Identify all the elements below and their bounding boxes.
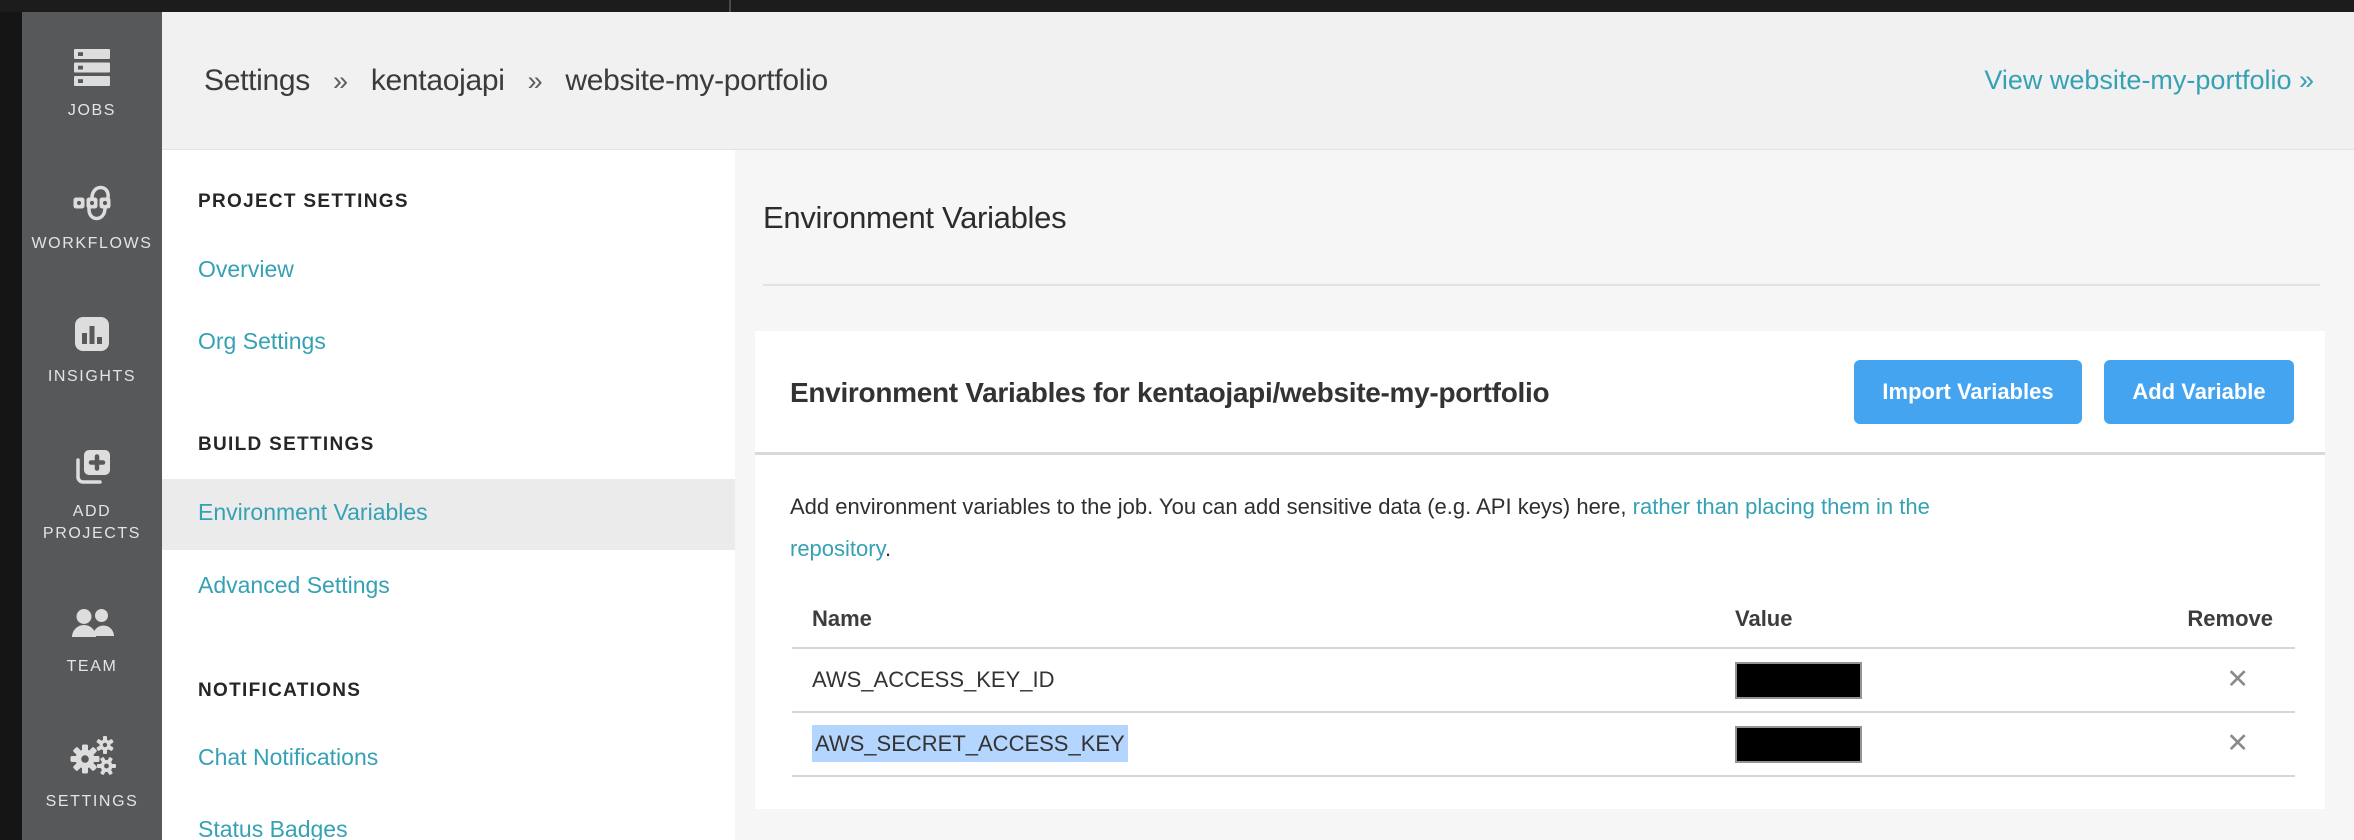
sidebar-item-insights[interactable]: ADD PROJECTS INSIGHTS <box>32 312 152 388</box>
nav-item-advanced-settings[interactable]: Advanced Settings <box>198 572 390 599</box>
sidebar-item-jobs[interactable]: JOBS <box>32 46 152 122</box>
team-icon <box>68 602 116 646</box>
sidebar-item-label: TEAM <box>66 658 118 676</box>
sidebar-item-label: JOBS <box>67 102 117 119</box>
redacted-value-box <box>1735 661 1862 699</box>
sidebar-item-label: SETTINGS <box>45 793 139 811</box>
column-header-remove: Remove <box>2133 590 2295 649</box>
card-header-divider <box>755 452 2325 455</box>
env-variables-table: Name Value Remove AWS_ACCESS_KEY_ID ✕ AW… <box>792 590 2295 777</box>
card-title: Environment Variables for kentaojapi/web… <box>790 377 1550 408</box>
nav-item-environment-variables[interactable]: Environment Variables <box>198 499 428 526</box>
sidebar-item-label: WORKFLOWS <box>31 235 153 253</box>
env-var-name: AWS_ACCESS_KEY_ID <box>792 648 1735 713</box>
page-header: Settings » kentaojapi » website-my-portf… <box>162 12 2354 150</box>
nav-item-org-settings[interactable]: Org Settings <box>198 328 326 355</box>
workflows-icon <box>68 179 116 223</box>
card-description: Add environment variables to the job. Yo… <box>790 486 1930 570</box>
add-variable-button[interactable]: Add Variable <box>2104 360 2294 424</box>
sidebar-item-workflows[interactable]: WORKFLOWS <box>31 179 153 255</box>
settings-nav-panel: PROJECT SETTINGS Overview Org Settings B… <box>162 150 735 840</box>
import-variables-button[interactable]: Import Variables <box>1854 360 2082 424</box>
main-content: Environment Variables Environment Variab… <box>735 150 2354 840</box>
breadcrumb-separator: » <box>333 65 348 96</box>
sidebar-item-add-projects[interactable]: ADD PROJECTS <box>32 445 152 545</box>
insights-icon <box>68 312 116 356</box>
table-row: AWS_ACCESS_KEY_ID ✕ <box>792 648 2295 713</box>
breadcrumb-project[interactable]: website-my-portfolio <box>565 64 828 97</box>
jobs-icon <box>68 46 116 90</box>
env-var-value-cell <box>1735 648 2133 713</box>
env-var-name-cell: AWS_SECRET_ACCESS_KEY <box>792 712 1735 777</box>
env-var-name-selected: AWS_SECRET_ACCESS_KEY <box>812 725 1128 762</box>
top-window-bar <box>0 0 2354 12</box>
remove-variable-button[interactable]: ✕ <box>2226 666 2249 693</box>
app-sidebar: JOBS WORKFLOWS INSIGHTS ADD PROJECTS TEA… <box>22 12 162 840</box>
table-header-row: Name Value Remove <box>792 590 2295 649</box>
remove-cell: ✕ <box>2133 648 2295 713</box>
page-title-divider <box>763 284 2320 286</box>
remove-variable-button[interactable]: ✕ <box>2226 730 2249 757</box>
page-title: Environment Variables <box>763 200 1067 235</box>
redacted-value-box <box>1735 725 1862 763</box>
nav-heading-notifications: NOTIFICATIONS <box>198 680 362 701</box>
description-text: Add environment variables to the job. Yo… <box>790 494 1633 519</box>
breadcrumb-org[interactable]: kentaojapi <box>371 64 505 97</box>
sidebar-item-label: INSIGHTS <box>47 368 137 386</box>
breadcrumb-separator: » <box>527 65 543 96</box>
top-bar-divider <box>729 0 731 12</box>
nav-heading-project-settings: PROJECT SETTINGS <box>198 191 409 212</box>
nav-heading-build-settings: BUILD SETTINGS <box>198 434 375 455</box>
table-row: AWS_SECRET_ACCESS_KEY ✕ <box>792 712 2295 777</box>
description-period: . <box>884 536 892 561</box>
sidebar-item-label: ADD PROJECTS <box>42 503 142 543</box>
card-buttons: Import Variables Add Variable <box>1854 360 2294 424</box>
repository-link-line1[interactable]: rather than placing them in the <box>1633 494 1930 519</box>
breadcrumb: Settings » kentaojapi » website-my-portf… <box>204 64 828 98</box>
nav-item-overview[interactable]: Overview <box>198 256 294 283</box>
column-header-value: Value <box>1735 590 2133 649</box>
left-edge-strip <box>0 0 22 840</box>
breadcrumb-settings[interactable]: Settings <box>204 64 310 97</box>
repository-link-line2[interactable]: repository <box>790 536 885 561</box>
add-projects-icon <box>68 445 116 491</box>
remove-cell: ✕ <box>2133 712 2295 777</box>
settings-icon <box>68 735 116 781</box>
environment-variables-card: Environment Variables for kentaojapi/web… <box>755 331 2325 809</box>
sidebar-item-settings[interactable]: SETTINGS <box>32 735 152 813</box>
view-project-link[interactable]: View website-my-portfolio » <box>1984 65 2314 96</box>
nav-item-status-badges[interactable]: Status Badges <box>198 816 348 840</box>
column-header-name: Name <box>792 590 1735 649</box>
env-var-value-cell <box>1735 712 2133 777</box>
sidebar-item-team[interactable]: TEAM <box>32 602 152 678</box>
nav-item-chat-notifications[interactable]: Chat Notifications <box>198 744 378 771</box>
